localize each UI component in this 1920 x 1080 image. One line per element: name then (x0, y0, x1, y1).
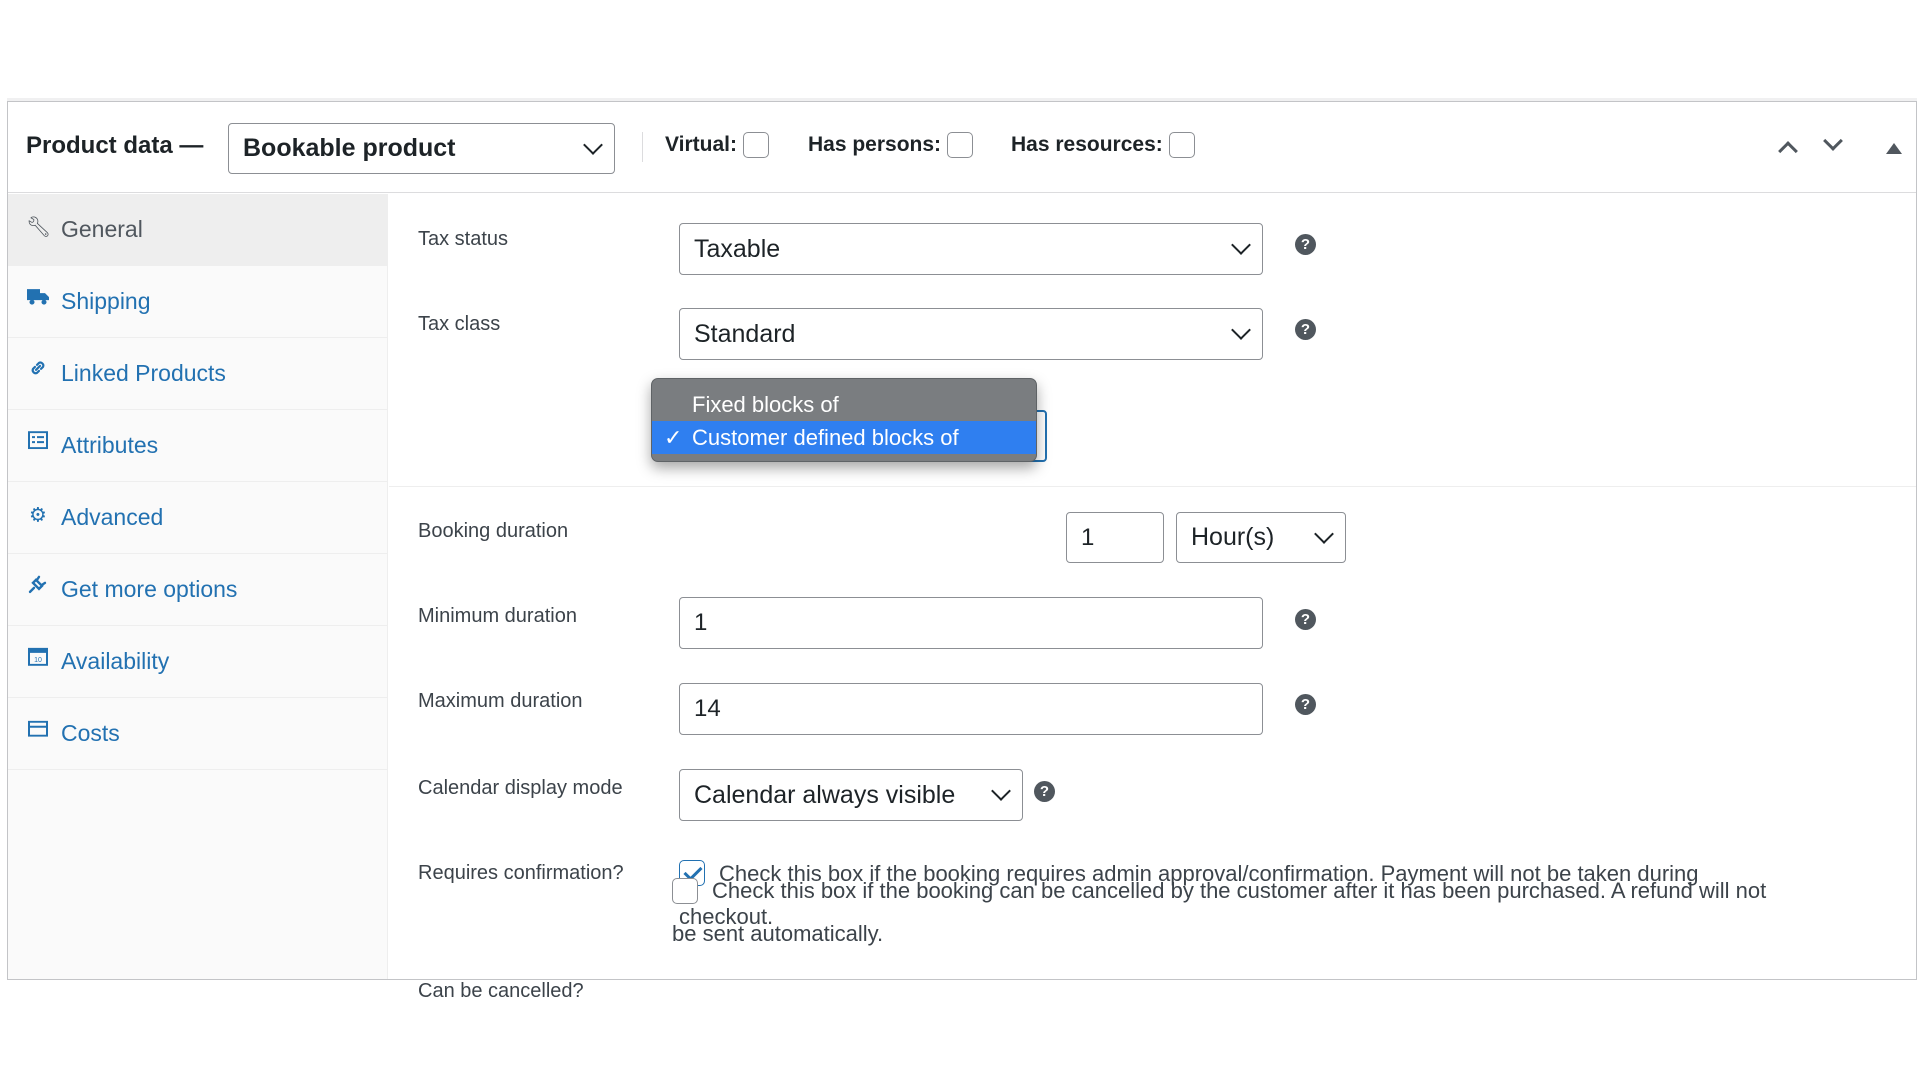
virtual-option[interactable]: Virtual: (665, 132, 769, 158)
product-type-select[interactable]: Bookable product (228, 123, 615, 174)
booking-duration-unit-select[interactable]: Hour(s) (1176, 512, 1346, 563)
has-persons-label: Has persons: (808, 133, 942, 156)
wrench-icon: 🔧︎ (26, 216, 52, 238)
list-icon (26, 430, 50, 455)
can-be-cancelled-description-line2: be sent automatically. (672, 921, 884, 946)
link-icon (26, 357, 50, 383)
checkmark-icon: ✓ (664, 424, 683, 450)
card-icon (26, 719, 50, 742)
booking-duration-type-dropdown: Fixed blocks of ✓ Customer defined block… (651, 378, 1037, 462)
product-data-panel: Product data — Bookable product Virtual:… (7, 101, 1917, 1002)
collapse-toggle-icon[interactable] (1886, 143, 1902, 154)
maximum-duration-label: Maximum duration (418, 690, 583, 712)
has-resources-checkbox[interactable] (1168, 132, 1195, 158)
tax-class-value: Standard (694, 319, 796, 348)
general-panel: Tax status Taxable ? Tax class Standard … (389, 194, 1916, 1002)
chevron-down-icon (1231, 235, 1251, 255)
virtual-label: Virtual: (665, 133, 737, 156)
chevron-down-icon (991, 781, 1011, 801)
minimum-duration-label: Minimum duration (418, 605, 577, 627)
panel-header: Product data — Bookable product Virtual:… (8, 102, 1916, 193)
plug-icon (26, 573, 50, 599)
has-resources-option[interactable]: Has resources: (1011, 132, 1195, 158)
move-up-icon[interactable] (1778, 141, 1798, 161)
calendar-display-mode-select[interactable]: Calendar always visible (679, 769, 1023, 821)
option-customer-defined-blocks[interactable]: ✓ Customer defined blocks of (652, 421, 1036, 454)
can-be-cancelled-description-line1: Check this box if the booking can be can… (712, 878, 1767, 903)
tab-label: Availability (61, 648, 170, 674)
tax-status-value: Taxable (694, 234, 781, 263)
tab-label: Costs (61, 720, 120, 746)
calendar-display-mode-value: Calendar always visible (694, 780, 956, 809)
tax-class-select[interactable]: Standard (679, 308, 1263, 360)
calendar-display-mode-label: Calendar display mode (418, 777, 623, 799)
help-icon[interactable]: ? (1034, 781, 1055, 802)
chevron-down-icon (1231, 320, 1251, 340)
help-icon[interactable]: ? (1295, 234, 1316, 255)
section-divider (389, 486, 1916, 487)
tab-label: Shipping (61, 288, 151, 314)
tab-linked-products[interactable]: Linked Products (8, 338, 387, 410)
tax-class-label: Tax class (418, 313, 501, 335)
tax-status-select[interactable]: Taxable (679, 223, 1263, 275)
has-persons-option[interactable]: Has persons: (808, 132, 974, 158)
calendar-icon: 10 (26, 645, 50, 671)
truck-icon (26, 287, 50, 311)
panel-title: Product data — (26, 132, 204, 159)
booking-duration-label: Booking duration (418, 520, 569, 542)
booking-duration-amount[interactable]: 1 (1066, 512, 1164, 563)
tab-get-more-options[interactable]: Get more options (8, 554, 387, 626)
tab-costs[interactable]: Costs (8, 698, 387, 770)
tab-attributes[interactable]: Attributes (8, 410, 387, 482)
tab-label: Advanced (61, 504, 164, 530)
tab-advanced[interactable]: ⚙︎ Advanced (8, 482, 387, 554)
tab-label: Get more options (61, 576, 238, 602)
tab-general[interactable]: 🔧︎ General (8, 194, 387, 266)
tax-status-label: Tax status (418, 228, 509, 250)
can-be-cancelled-checkbox[interactable] (672, 878, 698, 904)
tab-label: General (61, 216, 143, 242)
has-persons-checkbox[interactable] (947, 132, 974, 158)
product-data-tabs: 🔧︎ General Shipping Linked Products Attr… (8, 194, 388, 979)
option-label: Fixed blocks of (692, 391, 839, 417)
minimum-duration-input[interactable]: 1 (679, 597, 1263, 649)
booking-duration-unit-value: Hour(s) (1191, 523, 1275, 551)
help-icon[interactable]: ? (1295, 694, 1316, 715)
move-down-icon[interactable] (1823, 131, 1843, 151)
chevron-down-icon (1314, 523, 1334, 544)
option-label: Customer defined blocks of (692, 424, 959, 450)
tab-label: Linked Products (61, 360, 226, 386)
help-icon[interactable]: ? (1295, 319, 1316, 340)
maximum-duration-input[interactable]: 14 (679, 683, 1263, 735)
tab-label: Attributes (61, 432, 159, 458)
gear-icon: ⚙︎ (29, 504, 47, 526)
chevron-down-icon (583, 134, 603, 155)
product-type-value: Bookable product (243, 134, 456, 162)
requires-confirmation-label: Requires confirmation? (418, 862, 624, 884)
header-divider (642, 132, 643, 162)
option-fixed-blocks[interactable]: Fixed blocks of (652, 388, 1036, 421)
help-icon[interactable]: ? (1295, 609, 1316, 630)
tab-availability[interactable]: 10 Availability (8, 626, 387, 698)
virtual-checkbox[interactable] (742, 132, 769, 158)
has-resources-label: Has resources: (1011, 133, 1163, 156)
tab-shipping[interactable]: Shipping (8, 266, 387, 338)
svg-text:10: 10 (34, 656, 42, 663)
can-be-cancelled-label: Can be cancelled? (418, 980, 584, 1002)
